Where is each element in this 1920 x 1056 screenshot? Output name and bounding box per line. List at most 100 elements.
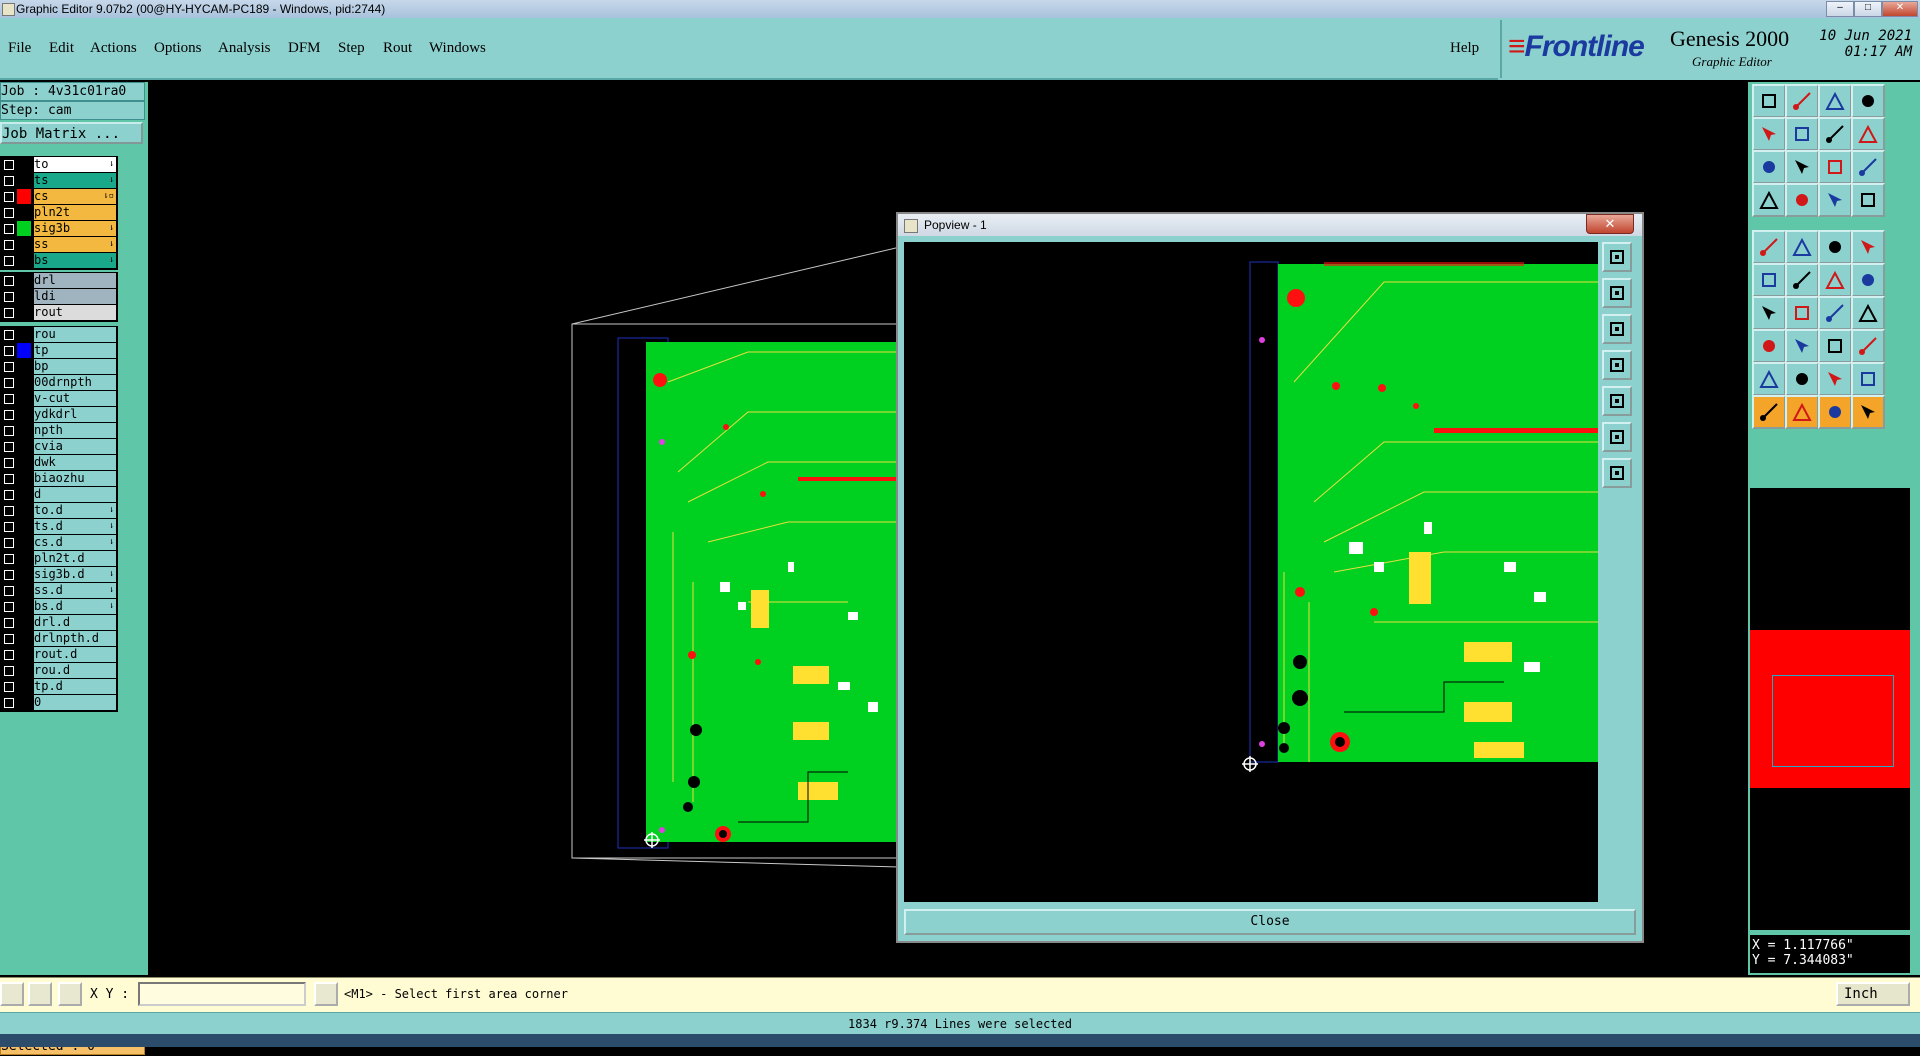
popview-canvas[interactable] [904, 242, 1598, 902]
layer-row-to[interactable]: to ⇂ [1, 157, 117, 172]
layer-color-swatch[interactable] [17, 157, 31, 172]
pointer-icon[interactable] [1752, 395, 1786, 429]
info-icon[interactable] [314, 982, 338, 1006]
menu-windows[interactable]: Windows [429, 40, 486, 57]
layer-color-swatch[interactable] [17, 503, 31, 518]
layer-row-ss-d[interactable]: ss.d ⇂ [1, 583, 117, 598]
layer-name[interactable]: cvia [34, 439, 116, 454]
layer-color-swatch[interactable] [17, 663, 31, 678]
select-icon[interactable] [1785, 395, 1819, 429]
menu-actions[interactable]: Actions [90, 40, 137, 57]
main-canvas[interactable] [148, 82, 900, 975]
layer-row-ldi[interactable]: ldi [1, 289, 117, 304]
layer-name[interactable]: dwk [34, 455, 116, 470]
layer-name[interactable]: drl.d [34, 615, 116, 630]
unit-select[interactable]: Inch [1836, 982, 1910, 1006]
job-matrix-button[interactable]: Job Matrix ... [0, 122, 143, 144]
layer-row-sig3b[interactable]: sig3b ⇂ [1, 221, 117, 236]
layer-color-swatch[interactable] [17, 189, 31, 204]
layer-row-dwk[interactable]: dwk [1, 455, 117, 470]
layer-name[interactable]: npth [34, 423, 116, 438]
layer-checkbox[interactable] [4, 378, 14, 388]
swap-icon[interactable] [1818, 117, 1852, 151]
dot-icon[interactable] [1851, 230, 1885, 264]
triangle-red-icon[interactable] [1752, 362, 1786, 396]
layer-name[interactable]: biaozhu [34, 471, 116, 486]
layer-name[interactable]: v-cut [34, 391, 116, 406]
layer-color-swatch[interactable] [17, 375, 31, 390]
pv-down-icon[interactable] [1602, 314, 1632, 344]
layer-row-drlnpth-d[interactable]: drlnpth.d [1, 631, 117, 646]
layer-checkbox[interactable] [4, 554, 14, 564]
menu-analysis[interactable]: Analysis [218, 40, 271, 57]
layer-color-swatch[interactable] [17, 631, 31, 646]
menu-dfm[interactable]: DFM [288, 40, 321, 57]
layer-color-swatch[interactable] [17, 519, 31, 534]
cross-icon[interactable] [1785, 263, 1819, 297]
layer-checkbox[interactable] [4, 650, 14, 660]
pv-right-icon[interactable] [1602, 386, 1632, 416]
layer-checkbox[interactable] [4, 458, 14, 468]
layer-checkbox[interactable] [4, 474, 14, 484]
angle-mode-icon[interactable] [28, 982, 52, 1006]
window-close-button[interactable]: ✕ [1882, 1, 1918, 17]
layer-checkbox[interactable] [4, 394, 14, 404]
layer-checkbox[interactable] [4, 538, 14, 548]
layer-row-npth[interactable]: npth [1, 423, 117, 438]
hand-icon[interactable] [1752, 183, 1786, 217]
pad-icon[interactable] [1752, 230, 1786, 264]
layer-checkbox[interactable] [4, 682, 14, 692]
layer-name[interactable]: ss ⇂ [34, 237, 116, 252]
layer-color-swatch[interactable] [17, 455, 31, 470]
layer-checkbox[interactable] [4, 346, 14, 356]
scale-icon[interactable] [1818, 150, 1852, 184]
layer-row-rout-d[interactable]: rout.d [1, 647, 117, 662]
layer-checkbox[interactable] [4, 602, 14, 612]
line-red-icon[interactable] [1818, 263, 1852, 297]
layer-color-swatch[interactable] [17, 407, 31, 422]
triangle-b-icon[interactable] [1818, 362, 1852, 396]
connect-icon[interactable] [1752, 263, 1786, 297]
layer-row-rou[interactable]: rou [1, 327, 117, 342]
layer-name[interactable]: bs.d ⇂ [34, 599, 116, 614]
popview-close-icon[interactable]: ✕ [1586, 214, 1634, 234]
layer-color-swatch[interactable] [17, 439, 31, 454]
layer-name[interactable]: tp [34, 343, 116, 358]
line-angle-icon[interactable] [1851, 263, 1885, 297]
slash-icon[interactable] [1785, 296, 1819, 330]
layer-color-swatch[interactable] [17, 599, 31, 614]
layer-row-ts-d[interactable]: ts.d ⇂ [1, 519, 117, 534]
grid-icon[interactable] [1818, 183, 1852, 217]
layer-color-swatch[interactable] [17, 327, 31, 342]
maximize-button[interactable]: □ [1854, 1, 1882, 17]
layer-name[interactable]: ldi [34, 289, 116, 304]
zoom-icon[interactable] [1785, 150, 1819, 184]
pv-zoom-in-icon[interactable] [1602, 422, 1632, 452]
layer-name[interactable]: cs ⇂▫ [34, 189, 116, 204]
layer-color-swatch[interactable] [17, 237, 31, 252]
layer-name[interactable]: sig3b.d ⇂ [34, 567, 116, 582]
layer-checkbox[interactable] [4, 618, 14, 628]
menu-rout[interactable]: Rout [383, 40, 412, 57]
layer-name[interactable]: drlnpth.d [34, 631, 116, 646]
layer-row-sig3b-d[interactable]: sig3b.d ⇂ [1, 567, 117, 582]
area-select-icon[interactable] [1851, 395, 1885, 429]
layer-checkbox[interactable] [4, 490, 14, 500]
arc-icon[interactable] [1818, 296, 1852, 330]
layer-row-drl-d[interactable]: drl.d [1, 615, 117, 630]
layer-row-0[interactable]: 0 [1, 695, 117, 710]
overview-view-box[interactable] [1772, 675, 1894, 767]
layer-row-cvia[interactable]: cvia [1, 439, 117, 454]
layer-name[interactable]: bp [34, 359, 116, 374]
layer-name[interactable]: 00drnpth [34, 375, 116, 390]
layer-checkbox[interactable] [4, 586, 14, 596]
layer-name[interactable]: ts ⇂ [34, 173, 116, 188]
layer-color-swatch[interactable] [17, 205, 31, 220]
layer-color-swatch[interactable] [17, 567, 31, 582]
layer-color-swatch[interactable] [17, 359, 31, 374]
layer-name[interactable]: ts.d ⇂ [34, 519, 116, 534]
menu-options[interactable]: Options [154, 40, 202, 57]
pv-fit-icon[interactable] [1602, 242, 1632, 272]
pick-icon[interactable] [1818, 395, 1852, 429]
triangle-c-icon[interactable] [1851, 362, 1885, 396]
